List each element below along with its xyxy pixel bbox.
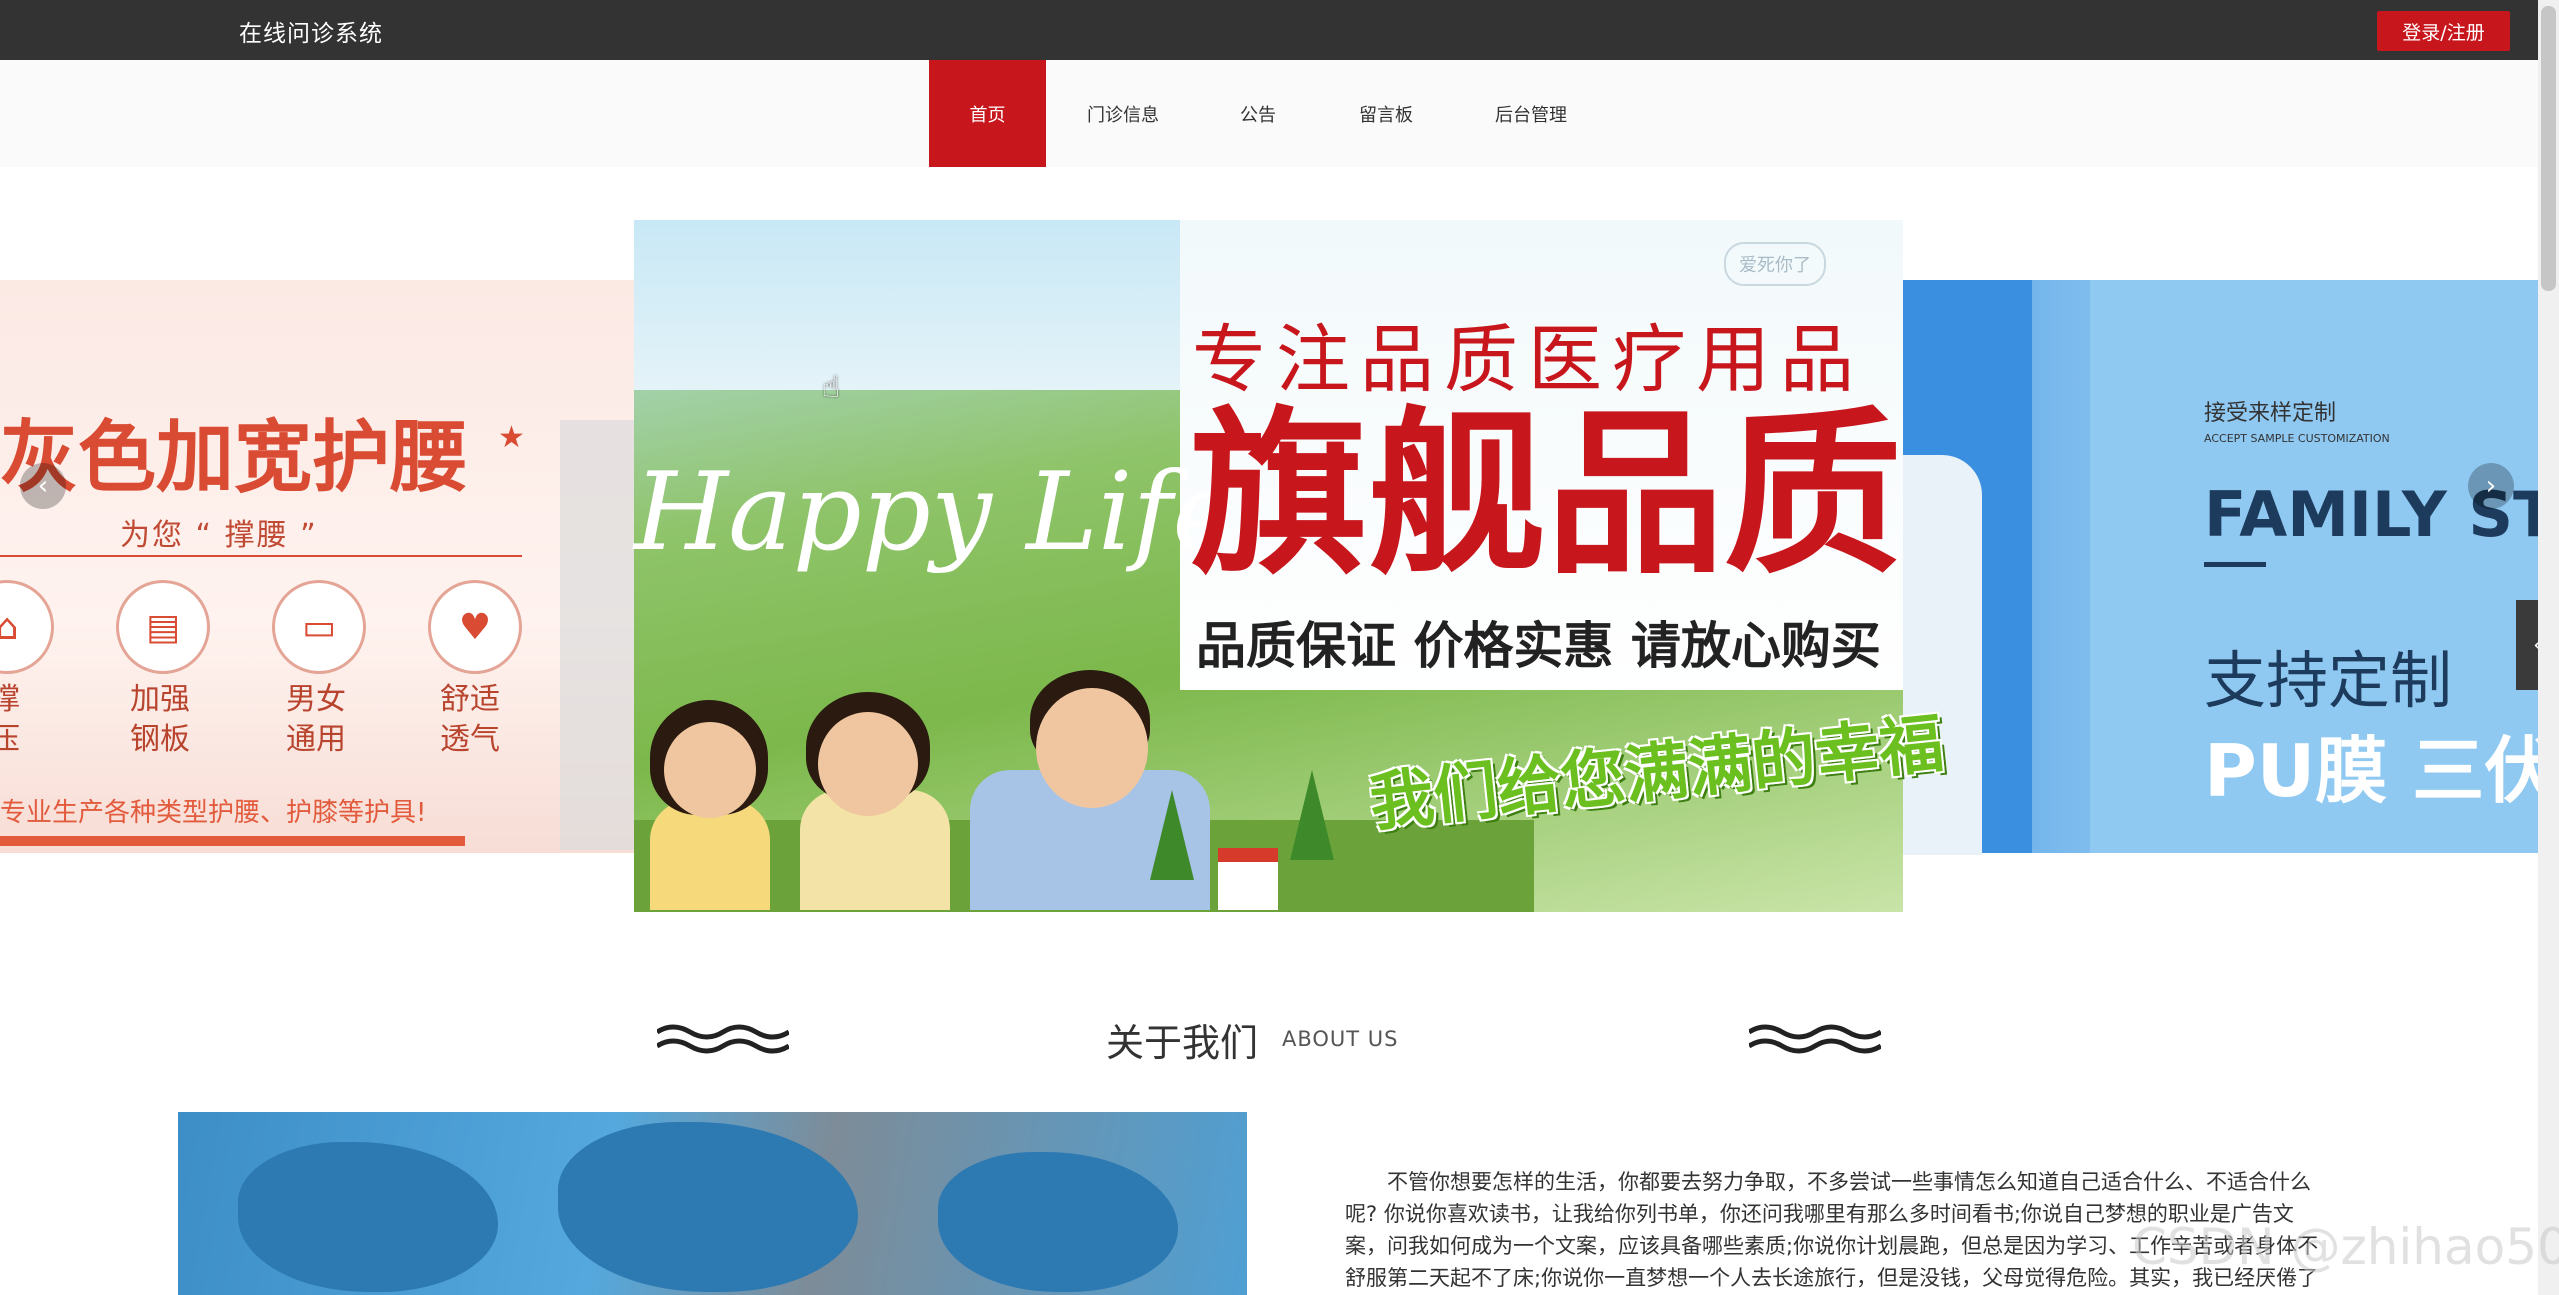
left-slide-product-edge [560, 420, 635, 850]
about-title: 关于我们 [1106, 1021, 1259, 1065]
nav-item-announcements[interactable]: 公告 [1212, 60, 1304, 167]
top-bar [0, 0, 2559, 60]
monitor-icon: ▭ [272, 580, 366, 674]
right-slide-small-text: 接受来样定制 [2204, 401, 2337, 426]
about-subtitle: ABOUT US [1282, 1027, 1399, 1051]
wave-decoration-left [657, 1024, 789, 1054]
heart-icon: ♥ [428, 580, 522, 674]
main-slide-stamp: 爱死你了 [1724, 242, 1826, 286]
carousel-prev-button[interactable]: ‹ [20, 463, 66, 509]
map-continent [238, 1142, 498, 1292]
left-slide-title: 灰色加宽护腰 [0, 413, 469, 503]
feature-label: 加强 钢板 [130, 682, 190, 757]
login-register-button[interactable]: 登录/注册 [2377, 11, 2510, 51]
main-slide-big-title: 旗舰品质 [1190, 391, 1902, 598]
right-slide-custom-text: 支持定制 [2204, 644, 2453, 717]
right-slide-tiny-text: ACCEPT SAMPLE CUSTOMIZATION [2204, 432, 2390, 445]
hand-cursor-icon: ☝ [822, 370, 841, 405]
left-slide-footer: 专业生产各种类型护腰、护膝等护具! [0, 798, 427, 828]
feature-label: 舒适 透气 [440, 682, 500, 757]
girl-face [664, 722, 756, 818]
father-face [1036, 688, 1148, 808]
right-slide-card [1902, 455, 1982, 855]
main-slide-happy-life: Happy Life [634, 450, 1237, 575]
nav-item-admin[interactable]: 后台管理 [1478, 60, 1584, 167]
house-illustration [1218, 848, 1278, 910]
tree-illustration [1290, 770, 1334, 860]
star-icon: ★ [498, 420, 525, 455]
nav-item-message-board[interactable]: 留言板 [1336, 60, 1436, 167]
right-slide-pu-text: PU膜 三伏 [2204, 729, 2557, 813]
site-title: 在线问诊系统 [239, 21, 383, 47]
watermark: CSDN @zhihao508 [2132, 1218, 2559, 1276]
map-continent [558, 1122, 858, 1292]
main-slide-slogan: 品质保证 价格实惠 请放心购买 [1196, 617, 1881, 675]
left-slide-divider [0, 555, 522, 557]
wave-decoration-right [1749, 1024, 1881, 1054]
nav-item-clinic-info[interactable]: 门诊信息 [1070, 60, 1176, 167]
carousel-slide-left[interactable] [0, 280, 635, 853]
left-slide-subtitle: 为您 “ 撑腰 ” [120, 518, 318, 553]
about-image [178, 1112, 1247, 1295]
tree-illustration [1150, 790, 1194, 880]
scrollbar-thumb[interactable] [2541, 6, 2556, 291]
feature-label: 撑 压 [0, 682, 20, 757]
boy-face [818, 712, 918, 816]
feature-label: 男女 通用 [286, 682, 346, 757]
right-slide-dash [2204, 562, 2266, 567]
map-continent [938, 1152, 1178, 1292]
left-slide-bar [0, 836, 465, 846]
plate-icon: ▤ [116, 580, 210, 674]
nav-item-home[interactable]: 首页 [929, 60, 1046, 167]
carousel-next-button[interactable]: › [2468, 463, 2514, 509]
